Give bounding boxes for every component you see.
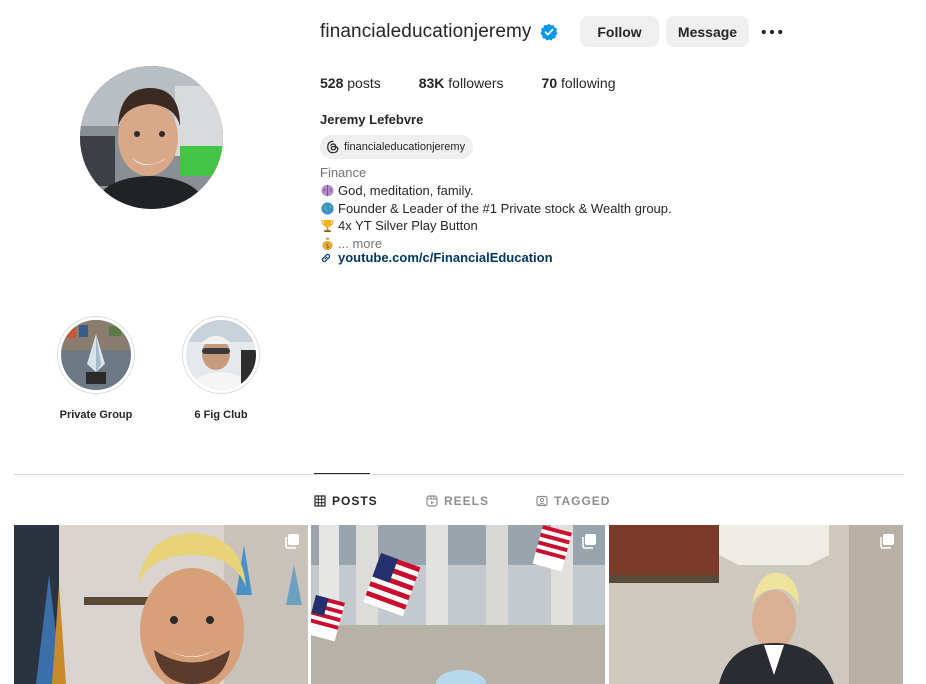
followers-count: 83K — [418, 75, 445, 91]
highlight-ring — [182, 316, 260, 394]
profile-bio: God, meditation, family. Founder & Leade… — [320, 182, 672, 252]
post-photo — [14, 525, 308, 684]
brain-emoji-icon — [320, 183, 335, 198]
trophy-emoji-icon — [320, 218, 335, 233]
carousel-icon — [285, 534, 299, 549]
posts-count: 528 — [320, 75, 344, 91]
more-horizontal-icon[interactable] — [758, 22, 786, 42]
posts-label: posts — [347, 75, 381, 91]
profile-full-name: Jeremy Lefebvre — [320, 112, 424, 127]
username-row: financialeducationjeremy — [320, 16, 558, 48]
bio-line: God, meditation, family. — [320, 182, 672, 200]
carousel-icon — [880, 534, 894, 549]
tab-reels-label: REELS — [444, 494, 490, 508]
bio-line-3: 4x YT Silver Play Button — [338, 218, 478, 233]
message-button[interactable]: Message — [666, 16, 749, 47]
bio-line-2: Founder & Leader of the #1 Private stock… — [338, 200, 672, 216]
money-bag-emoji-icon: $ — [320, 236, 335, 251]
threads-handle: financialeducationjeremy — [344, 141, 466, 153]
avatar-photo — [80, 66, 223, 209]
link-icon — [321, 253, 331, 262]
tab-posts-label: POSTS — [332, 494, 378, 508]
following-label: following — [561, 75, 616, 91]
highlight-cover — [61, 320, 131, 390]
profile-avatar[interactable] — [80, 66, 223, 209]
tabs-divider — [14, 474, 904, 475]
tab-posts[interactable]: POSTS — [314, 494, 378, 508]
profile-stats: 528 posts 83K followers 70 following — [320, 75, 654, 91]
profile-category: Finance — [320, 165, 367, 180]
grid-icon — [314, 495, 326, 507]
profile-username: financialeducationjeremy — [320, 21, 532, 42]
post-thumbnail[interactable] — [14, 525, 308, 684]
post-thumbnail[interactable] — [311, 525, 605, 684]
bio-line: 4x YT Silver Play Button — [320, 217, 672, 235]
earth-emoji-icon — [320, 201, 335, 216]
tagged-icon — [536, 495, 548, 507]
profile-link-text: youtube.com/c/FinancialEducation — [338, 250, 553, 265]
bio-line: Founder & Leader of the #1 Private stock… — [320, 200, 672, 218]
reels-icon — [426, 495, 438, 507]
highlight-label: 6 Fig Club — [194, 409, 248, 421]
tab-reels[interactable]: REELS — [426, 494, 489, 508]
post-thumbnail[interactable] — [609, 525, 903, 684]
threads-icon — [327, 140, 339, 154]
highlight-label: Private Group — [59, 409, 133, 421]
carousel-icon — [582, 534, 596, 549]
followers-label: followers — [448, 75, 504, 91]
post-photo — [311, 525, 605, 684]
highlight-cover — [186, 320, 256, 390]
following-count: 70 — [541, 75, 558, 91]
verified-badge-icon — [540, 23, 558, 41]
highlight-6-fig-club[interactable]: 6 Fig Club — [171, 316, 271, 421]
post-photo — [609, 525, 903, 684]
threads-badge[interactable]: financialeducationjeremy — [320, 135, 474, 159]
bio-line-1: God, meditation, family. — [338, 183, 474, 198]
svg-text:$: $ — [325, 242, 329, 250]
profile-link[interactable]: youtube.com/c/FinancialEducation — [320, 250, 553, 265]
followers-stat[interactable]: 83K followers — [419, 75, 504, 91]
posts-stat: 528 posts — [320, 75, 381, 91]
active-tab-indicator — [314, 473, 370, 474]
highlight-private-group[interactable]: Private Group — [46, 316, 146, 421]
tab-tagged[interactable]: TAGGED — [536, 494, 610, 508]
following-stat[interactable]: 70 following — [542, 75, 616, 91]
tab-tagged-label: TAGGED — [554, 494, 611, 508]
follow-button[interactable]: Follow — [580, 16, 659, 47]
highlight-ring — [57, 316, 135, 394]
